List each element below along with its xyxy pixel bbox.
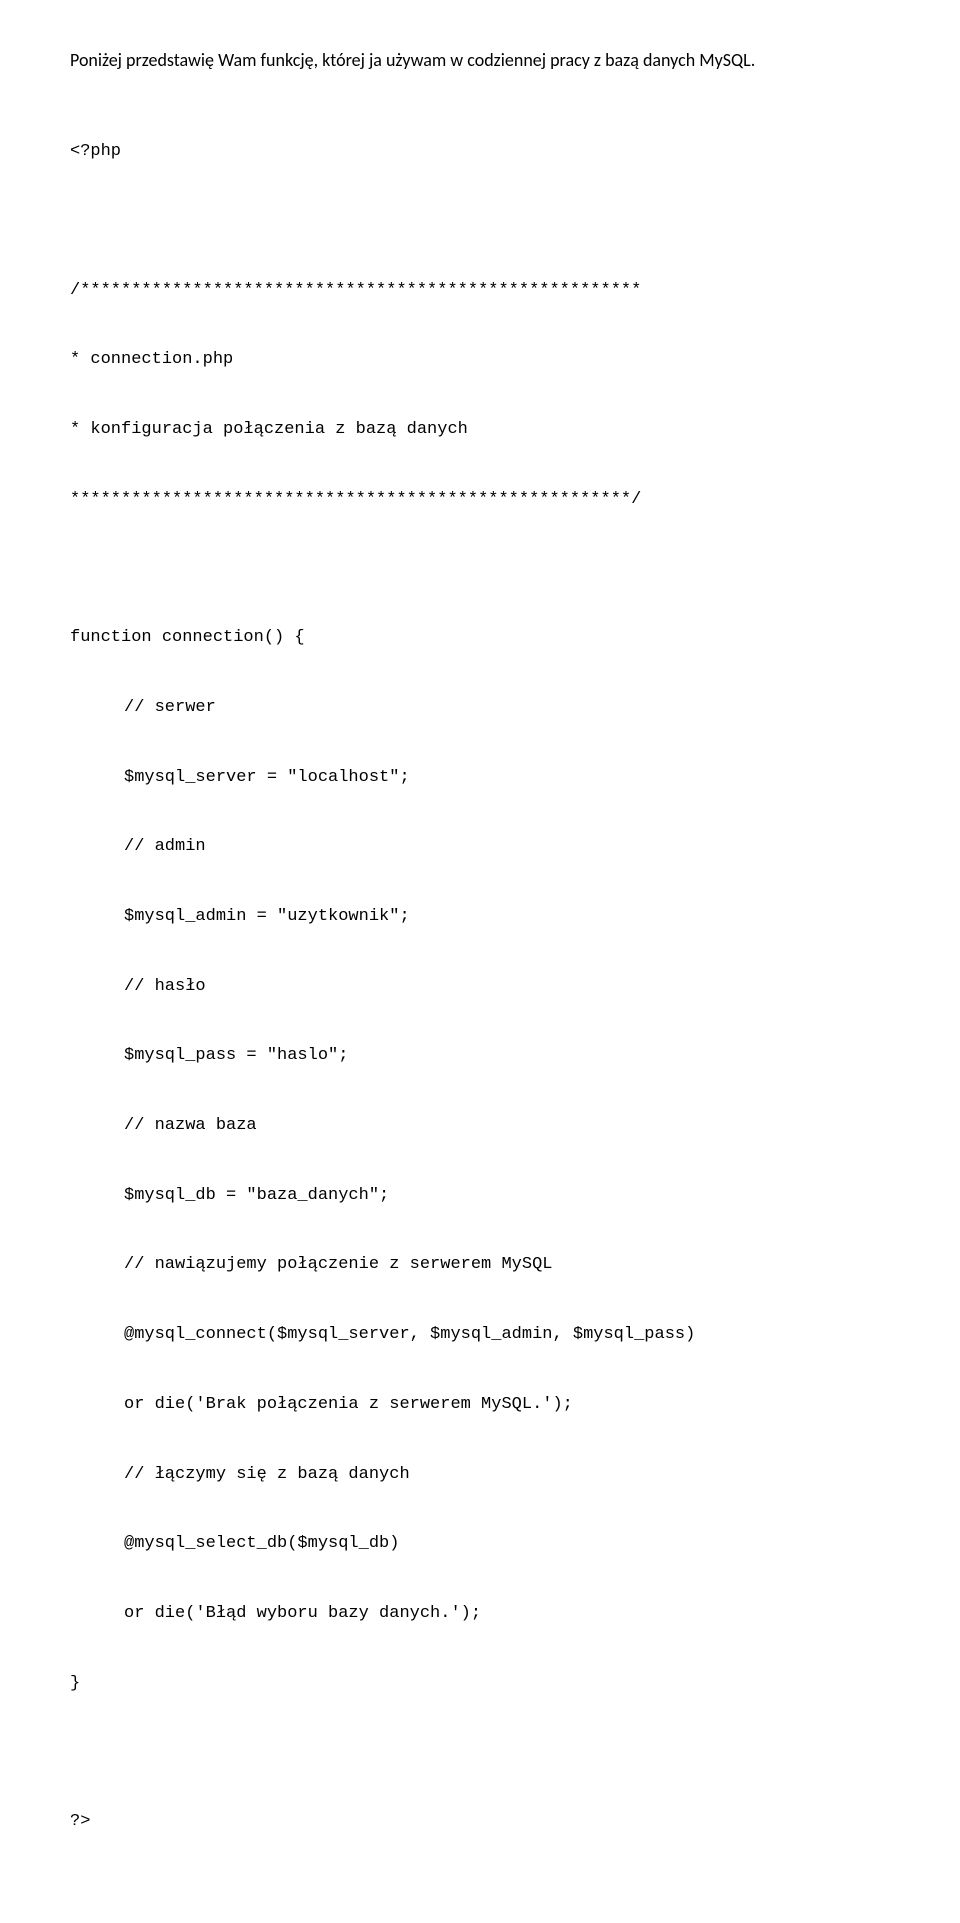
code-line: <?php <box>70 135 890 170</box>
blank-line <box>70 205 890 239</box>
code-block: <?php /*********************************… <box>70 100 890 1875</box>
code-line: // nazwa baza <box>70 1109 890 1144</box>
intro-paragraph: Poniżej przedstawię Wam funkcję, której … <box>70 48 890 72</box>
code-line: $mysql_db = "baza_danych"; <box>70 1179 890 1214</box>
code-line: or die('Błąd wyboru bazy danych.'); <box>70 1597 890 1632</box>
code-line: $mysql_pass = "haslo"; <box>70 1039 890 1074</box>
code-line: // łączymy się z bazą danych <box>70 1458 890 1493</box>
code-line: @mysql_select_db($mysql_db) <box>70 1527 890 1562</box>
code-line: } <box>70 1667 890 1702</box>
code-line: $mysql_admin = "uzytkownik"; <box>70 900 890 935</box>
code-line: ****************************************… <box>70 483 890 518</box>
code-line: or die('Brak połączenia z serwerem MySQL… <box>70 1388 890 1423</box>
code-line: // serwer <box>70 691 890 726</box>
code-line: $mysql_server = "localhost"; <box>70 761 890 796</box>
code-line: // hasło <box>70 970 890 1005</box>
code-line: function connection() { <box>70 621 890 656</box>
code-line: * connection.php <box>70 343 890 378</box>
code-line: * konfiguracja połączenia z bazą danych <box>70 413 890 448</box>
blank-line <box>70 552 890 586</box>
code-line: /***************************************… <box>70 274 890 309</box>
code-line: ?> <box>70 1805 890 1840</box>
blank-line <box>70 1736 890 1770</box>
code-line: // admin <box>70 830 890 865</box>
code-line: // nawiązujemy połączenie z serwerem MyS… <box>70 1248 890 1283</box>
